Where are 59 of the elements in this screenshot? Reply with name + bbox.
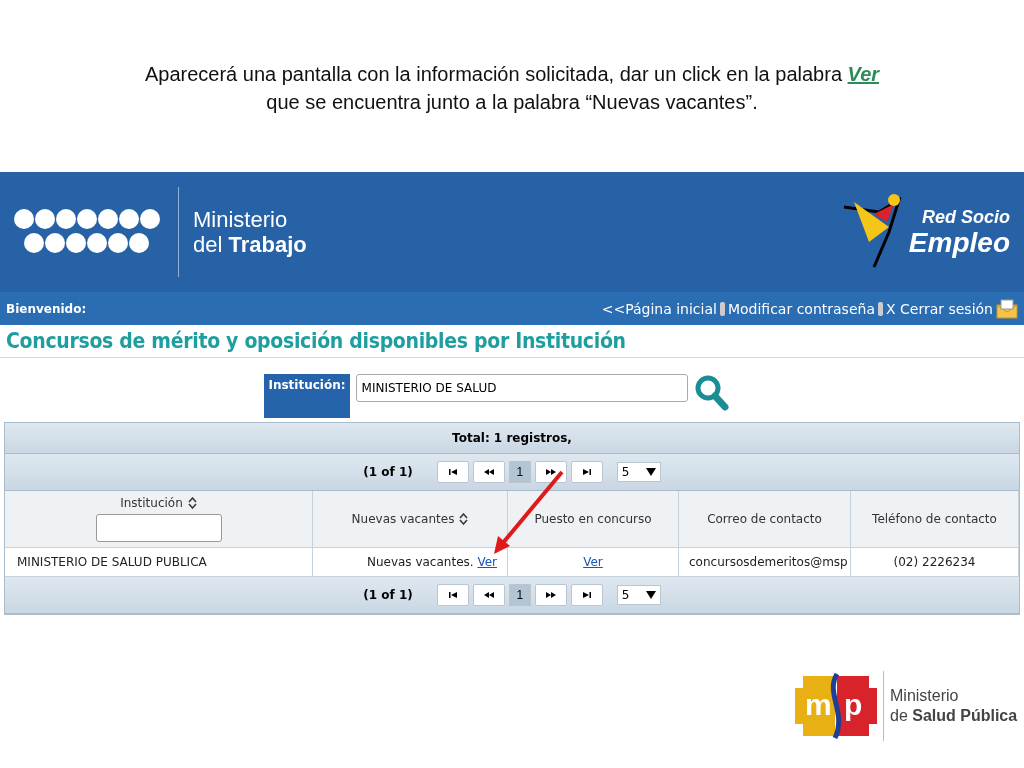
first-page-button[interactable]	[436, 584, 469, 606]
total-label: Total: 1 registros,	[452, 431, 572, 445]
column-label: Puesto en concurso	[534, 512, 652, 526]
separator-icon	[878, 301, 883, 316]
filter-field[interactable]	[95, 514, 222, 542]
previous-page-button[interactable]	[472, 461, 505, 483]
logo-letter: m	[805, 688, 832, 722]
logo-text: del Trabajo	[193, 232, 307, 257]
logo-letter: p	[844, 688, 863, 722]
previous-page-icon	[482, 591, 495, 599]
ver-link[interactable]: Ver	[583, 555, 603, 569]
next-page-icon	[544, 591, 557, 599]
logo-text: de Salud Pública	[890, 706, 1018, 726]
last-page-button[interactable]	[570, 584, 603, 606]
caret-icon	[645, 591, 656, 599]
last-page-icon	[580, 468, 593, 476]
page-title: Concursos de mérito y oposición disponibles por Institución	[0, 325, 1024, 358]
sort-icon[interactable]	[459, 513, 469, 525]
column-label: Institución	[120, 496, 183, 510]
instruction-text: Aparecerá una pantalla con la información solicitada, dar un click en la palabra Ver que se encuentra junto a la palabra “Nuevas vacantes”.	[144, 62, 880, 115]
last-page-button[interactable]	[570, 461, 603, 483]
first-page-icon	[446, 468, 459, 476]
page-summary: (1 of 1)	[363, 588, 413, 602]
column-label: Teléfono de contacto	[872, 512, 997, 526]
sort-icon[interactable]	[187, 497, 197, 509]
logo-text: Ministerio	[890, 686, 960, 706]
nav-link[interactable]: X Cerrar sesión	[886, 300, 993, 317]
welcome-label: Bienvenido:	[6, 301, 87, 316]
logo-text: Red Socio	[922, 206, 1010, 228]
page-number-button[interactable]: 1	[508, 584, 531, 606]
previous-page-button[interactable]	[472, 584, 505, 606]
previous-page-icon	[482, 468, 495, 476]
first-page-icon	[446, 591, 459, 599]
column-label: Nuevas vacantes	[351, 512, 455, 526]
next-page-icon	[544, 468, 557, 476]
separator-icon	[719, 301, 725, 316]
caret-icon	[645, 468, 656, 476]
next-page-button[interactable]	[534, 584, 567, 606]
logo-text: Ministerio	[193, 207, 289, 232]
search-icon[interactable]	[693, 374, 730, 412]
logo-text: Empleo	[908, 227, 1010, 258]
next-page-button[interactable]	[534, 461, 567, 483]
institution-field[interactable]: MINISTERIO DE SALUD	[355, 374, 688, 402]
table-cell: (02) 2226234	[851, 548, 1019, 576]
nav-link[interactable]: <<Página inicial	[601, 300, 717, 317]
first-page-button[interactable]	[436, 461, 469, 483]
institution-label: Institución:	[264, 374, 350, 418]
page-summary: (1 of 1)	[363, 465, 413, 479]
column-label: Correo de contacto	[707, 512, 822, 526]
envelope-icon	[996, 298, 1018, 319]
last-page-icon	[580, 591, 593, 599]
ver-link[interactable]: Ver	[477, 555, 497, 569]
table-cell: MINISTERIO DE SALUD PUBLICA	[5, 548, 313, 576]
table-cell: concursosdemeritos@msp	[679, 548, 851, 576]
page-number-button[interactable]: 1	[508, 461, 531, 483]
rows-per-page-dropdown[interactable]: 5	[616, 462, 661, 482]
rows-per-page-dropdown[interactable]: 5	[616, 585, 661, 605]
cell-text: Nuevas vacantes.	[366, 555, 474, 569]
nav-link[interactable]: Modificar contraseña	[727, 300, 875, 317]
